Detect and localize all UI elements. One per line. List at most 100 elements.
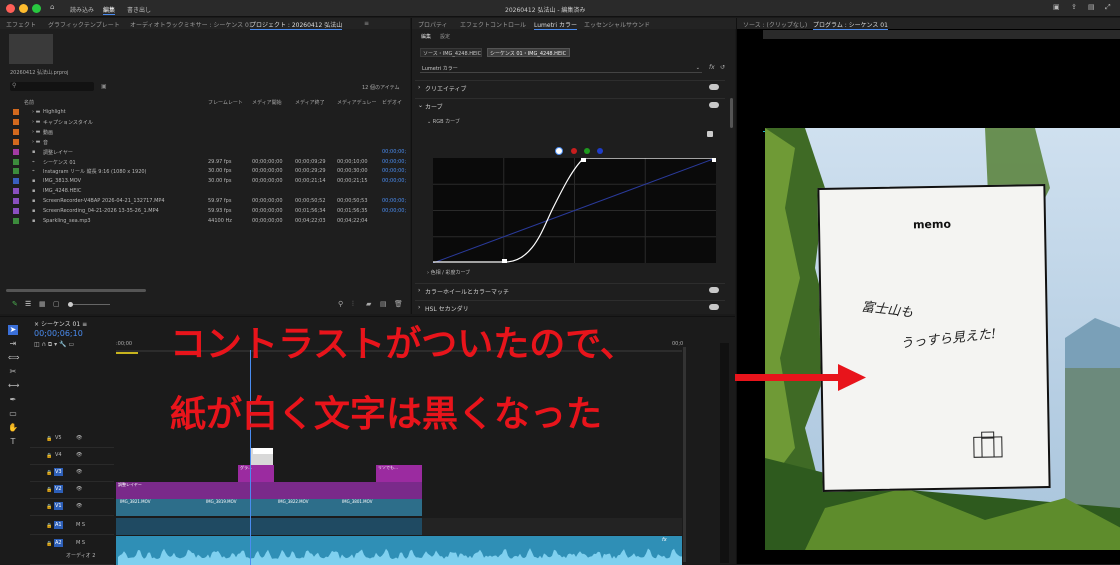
new-folder-icon[interactable]: ▰ bbox=[366, 300, 371, 308]
project-list-item[interactable]: ⌁シーケンス 0129.97 fps00;00;00;0000;00;09;29… bbox=[10, 158, 402, 166]
clip-a2-music[interactable] bbox=[116, 536, 682, 565]
find-icon[interactable]: ⚲ bbox=[338, 300, 343, 308]
delete-icon[interactable]: 🗑 bbox=[394, 300, 403, 308]
lumetri-dropdown[interactable]: Lumetri カラー ⌄ bbox=[420, 64, 702, 73]
hsl-toggle[interactable] bbox=[709, 304, 719, 310]
tab-project[interactable]: プロジェクト : 20260412 弘法山 bbox=[250, 20, 342, 30]
label-color-swatch[interactable] bbox=[13, 109, 19, 115]
track-header-a2[interactable]: 🔒A2M Sオーディオ 2 bbox=[30, 536, 114, 565]
razor-tool-icon[interactable]: ✂ bbox=[8, 367, 18, 377]
col-video-in[interactable]: ビデオイ bbox=[382, 99, 402, 106]
track-select-icon[interactable]: ⇥ bbox=[8, 339, 18, 349]
curves-toggle[interactable] bbox=[709, 102, 719, 108]
selection-tool-icon[interactable]: ➤ bbox=[8, 325, 18, 335]
track-label[interactable]: V5 bbox=[54, 434, 63, 442]
tab-source[interactable]: ソース : (クリップなし) bbox=[743, 20, 807, 29]
search-input[interactable]: ⚲ bbox=[10, 82, 94, 91]
horizontal-scrollbar[interactable] bbox=[6, 289, 146, 292]
minimize-window-button[interactable] bbox=[19, 4, 28, 13]
track-label[interactable]: V1 bbox=[54, 502, 63, 510]
clip-adjustment-layer[interactable]: 調整レイヤー bbox=[116, 482, 422, 499]
tab-properties[interactable]: プロパティ bbox=[418, 20, 448, 29]
lock-icon[interactable]: 🔒 bbox=[46, 541, 52, 547]
tab-effects[interactable]: エフェクト bbox=[6, 20, 36, 29]
project-list-item[interactable]: ▪ScreenRecording_04-21-2026 13-35-26_1.M… bbox=[10, 207, 402, 215]
lock-icon[interactable]: 🔒 bbox=[46, 487, 52, 493]
clip-v1-4[interactable]: IMG_3801.MOV bbox=[340, 499, 422, 516]
clip-v1-3[interactable]: IMG_3822.MOV bbox=[276, 499, 338, 516]
col-media-start[interactable]: メディア開始 bbox=[252, 99, 282, 106]
tab-sequence[interactable]: × シーケンス 01 ≡ bbox=[34, 319, 87, 328]
mute-solo-icon[interactable]: M S bbox=[76, 540, 85, 546]
work-area-bar[interactable] bbox=[116, 352, 138, 354]
lock-icon[interactable]: 🔒 bbox=[46, 523, 52, 529]
snap-icon[interactable]: ∩ bbox=[42, 341, 46, 348]
pen-tool-icon[interactable]: ✒ bbox=[8, 395, 18, 405]
project-list-item[interactable]: ▪IMG_4248.HEIC bbox=[10, 187, 402, 195]
section-color-wheels[interactable]: ›カラーホイールとカラーマッチ bbox=[415, 283, 725, 297]
quick-export-icon[interactable]: ▤ bbox=[1088, 3, 1095, 11]
rectangle-tool-icon[interactable]: ▭ bbox=[8, 409, 18, 419]
new-bin-icon[interactable]: ▣ bbox=[101, 83, 107, 90]
curve-channel-white[interactable] bbox=[555, 147, 563, 155]
timeline-vscroll[interactable] bbox=[683, 347, 686, 562]
label-color-swatch[interactable] bbox=[13, 178, 19, 184]
track-label[interactable]: A1 bbox=[54, 521, 63, 529]
col-name[interactable]: 名前 bbox=[24, 99, 34, 106]
project-list-item[interactable]: ▪調整レイヤー00;00;00; bbox=[10, 148, 402, 156]
clip-v3-caption[interactable]: リソでも… bbox=[376, 465, 422, 482]
label-color-swatch[interactable] bbox=[13, 139, 19, 145]
col-media-duration[interactable]: メディアデュレー bbox=[337, 99, 377, 106]
rgb-curve-graph[interactable] bbox=[433, 158, 716, 263]
project-list-item[interactable]: › ▬Highlight bbox=[10, 108, 402, 116]
marker-icon[interactable]: ▾ bbox=[54, 341, 57, 348]
hand-tool-icon[interactable]: ✋ bbox=[8, 423, 18, 433]
subtab-edit[interactable]: 編集 bbox=[421, 33, 431, 40]
project-list-item[interactable]: ⌁Instagram リール 縦長 9:16 (1080 x 1920)30.0… bbox=[10, 167, 402, 175]
tab-audio-mixer[interactable]: オーディオトラックミキサー : シーケンス 01 bbox=[130, 20, 253, 29]
tab-program[interactable]: プログラム : シーケンス 01 bbox=[813, 20, 888, 30]
workspace-icon[interactable]: ▣ bbox=[1053, 3, 1060, 11]
clip-v4[interactable] bbox=[251, 448, 273, 465]
tab-graphic-templates[interactable]: グラフィックテンプレート bbox=[48, 20, 120, 29]
rgb-curve-checkbox[interactable] bbox=[707, 131, 713, 137]
tab-essential-sound[interactable]: エッセンシャルサウンド bbox=[584, 20, 650, 29]
lock-icon[interactable]: 🔒 bbox=[46, 436, 52, 442]
zoom-window-button[interactable] bbox=[32, 4, 41, 13]
freeform-view-icon[interactable]: ▢ bbox=[53, 300, 60, 308]
section-curves[interactable]: ⌄カーブ bbox=[415, 98, 725, 112]
new-item-icon[interactable]: ▤ bbox=[380, 300, 387, 308]
clip-v1-2[interactable]: IMG_3819.MOV bbox=[204, 499, 274, 516]
project-list-item[interactable]: › ▬動画 bbox=[10, 128, 402, 136]
eye-icon[interactable]: 👁 bbox=[76, 452, 82, 458]
project-list-item[interactable]: › ▬音 bbox=[10, 138, 402, 146]
type-tool-icon[interactable]: T bbox=[8, 437, 18, 447]
project-list-item[interactable]: › ▬キャプションスタイル bbox=[10, 118, 402, 126]
label-color-swatch[interactable] bbox=[13, 149, 19, 155]
zoom-slider[interactable] bbox=[68, 304, 110, 305]
ripple-edit-icon[interactable]: ⟺ bbox=[8, 353, 18, 363]
home-icon[interactable]: ⌂ bbox=[50, 3, 54, 11]
label-color-swatch[interactable] bbox=[13, 208, 19, 214]
label-color-swatch[interactable] bbox=[13, 198, 19, 204]
track-header-v4[interactable]: 🔒V4 👁 bbox=[30, 448, 114, 465]
project-list-item[interactable]: ▪ScreenRecorder-V4BAP 2026-04-21_132717.… bbox=[10, 197, 402, 205]
clip-a1[interactable] bbox=[116, 518, 422, 535]
track-label[interactable]: V4 bbox=[54, 451, 63, 459]
eye-icon[interactable]: 👁 bbox=[76, 486, 82, 492]
slip-tool-icon[interactable]: ⟷ bbox=[8, 381, 18, 391]
icon-view-icon[interactable]: ▦ bbox=[39, 300, 46, 308]
rgb-curve-label[interactable]: ⌄ RGB カーブ bbox=[427, 118, 460, 125]
lock-icon[interactable]: 🔒 bbox=[46, 504, 52, 510]
eye-icon[interactable]: 👁 bbox=[76, 503, 82, 509]
label-color-swatch[interactable] bbox=[13, 129, 19, 135]
lock-icon[interactable]: 🔒 bbox=[46, 453, 52, 459]
menu-edit[interactable]: 編集 bbox=[103, 5, 115, 15]
hue-sat-curve-label[interactable]: › 色相 / 彩度カーブ bbox=[427, 269, 470, 276]
eye-icon[interactable]: 👁 bbox=[76, 435, 82, 441]
reset-icon[interactable]: ↺ bbox=[720, 64, 725, 71]
automate-icon[interactable]: ⫶ bbox=[352, 300, 354, 309]
track-header-a1[interactable]: 🔒A1M S bbox=[30, 518, 114, 535]
playhead-timecode[interactable]: 00;00;06;10 bbox=[34, 329, 83, 338]
source-clip-button[interactable]: ソース・IMG_4248.HEIC bbox=[420, 48, 482, 57]
